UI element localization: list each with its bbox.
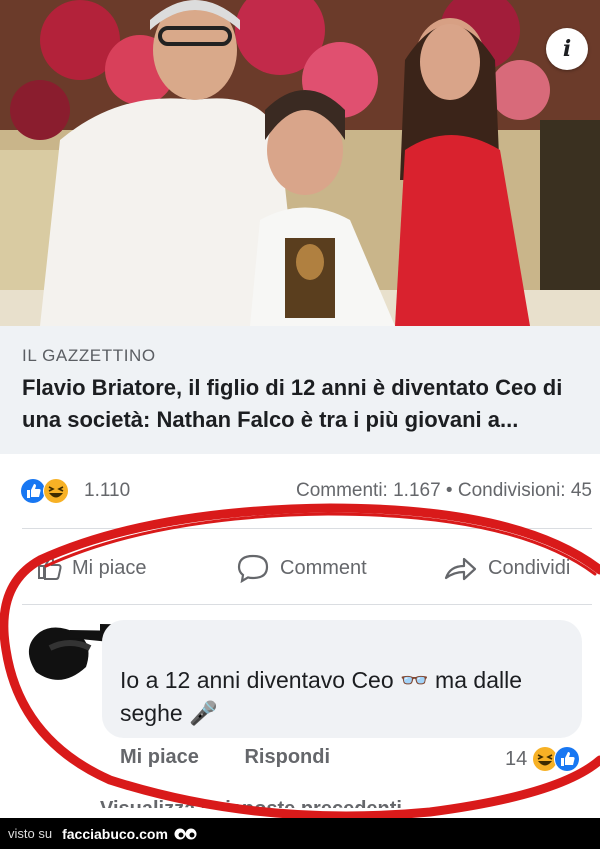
comment-reaction-count: 14 [505, 747, 528, 770]
comment-reaction-icons [533, 746, 581, 772]
comment-reactions[interactable]: 14 [505, 744, 583, 774]
comment-reply-button[interactable]: Rispondi [244, 746, 330, 768]
share-label: Condividi [488, 556, 571, 579]
reactions-stats: 1.110 Commenti: 1.167 • Condivisioni: 45 [0, 472, 600, 512]
footer-eyes-icon [174, 828, 197, 839]
share-button[interactable]: Condividi [442, 546, 570, 590]
like-icon [38, 556, 62, 580]
comment-label: Comment [280, 556, 367, 579]
post-photo[interactable]: i [0, 0, 600, 326]
article-headline[interactable]: Flavio Briatore, il figlio di 12 anni è … [22, 372, 592, 436]
like-reaction-icon [554, 746, 581, 772]
comment-button[interactable]: Comment [236, 546, 367, 590]
comment-icon [237, 554, 269, 583]
photo-illustration [0, 0, 600, 326]
comment: Io a 12 anni diventavo Ceo 👓 ma dalle se… [0, 606, 600, 816]
haha-reaction-icon [533, 747, 558, 771]
like-button[interactable]: Mi piace [36, 546, 146, 590]
reaction-icons[interactable] [20, 476, 80, 506]
comment-bubble: Io a 12 anni diventavo Ceo 👓 ma dalle se… [102, 620, 582, 738]
watermark-footer: visto su facciabuco.com [0, 818, 600, 849]
info-icon[interactable]: i [546, 28, 588, 70]
view-previous-replies[interactable]: Visualizza 5 risposte precedenti [100, 794, 402, 808]
comment-like-button[interactable]: Mi piace [120, 746, 199, 768]
share-icon [444, 557, 477, 581]
comment-actions: Mi piace Rispondi [120, 746, 370, 769]
article-preview[interactable]: IL GAZZETTINO Flavio Briatore, il figlio… [0, 326, 600, 454]
footer-visto-su: visto su [8, 826, 53, 841]
divider [22, 528, 592, 529]
article-source: IL GAZZETTINO [22, 346, 156, 365]
haha-reaction-icon [43, 478, 69, 504]
reactions-count[interactable]: 1.110 [84, 480, 130, 502]
post-actions: Mi piace Comment Condividi [0, 546, 600, 590]
like-label: Mi piace [72, 556, 147, 579]
comments-shares-count[interactable]: Commenti: 1.167 • Condivisioni: 45 [296, 480, 592, 502]
divider [22, 604, 592, 605]
like-reaction-icon [21, 479, 45, 503]
footer-site[interactable]: facciabuco.com [62, 826, 168, 842]
comment-text: Io a 12 anni diventavo Ceo 👓 ma dalle se… [120, 667, 522, 726]
